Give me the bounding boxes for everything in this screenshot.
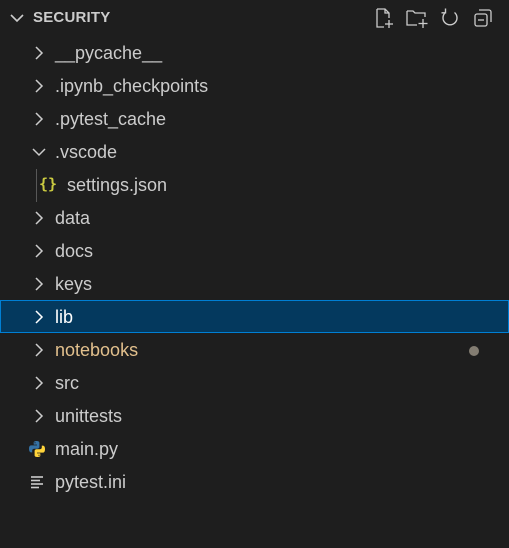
tree-folder-pycache[interactable]: __pycache__	[0, 36, 509, 69]
chevron-right-icon	[31, 45, 47, 61]
tree-folder-lib[interactable]: lib	[0, 300, 509, 333]
tree-file-pytest-ini[interactable]: pytest.ini	[0, 465, 509, 498]
tree-item-label: src	[55, 373, 79, 393]
chevron-right-icon	[31, 78, 47, 94]
tree-item-label: notebooks	[55, 340, 139, 360]
tree-item-label: .vscode	[55, 142, 118, 162]
collapse-all-icon[interactable]	[470, 6, 495, 30]
tree-file-settings-json[interactable]: {} settings.json	[0, 168, 509, 202]
modified-dot-icon	[469, 346, 479, 356]
chevron-right-icon	[31, 111, 47, 127]
tree-folder-data[interactable]: data	[0, 201, 509, 234]
chevron-right-icon	[31, 375, 47, 391]
chevron-right-icon	[31, 408, 47, 424]
explorer-panel: SECURITY __pycache__ .ipynb_checkpoints …	[0, 0, 509, 548]
tree-item-label: .pytest_cache	[55, 109, 167, 129]
tree-folder-vscode[interactable]: .vscode	[0, 135, 509, 168]
tree-folder-keys[interactable]: keys	[0, 267, 509, 300]
chevron-right-icon	[31, 276, 47, 292]
tree-item-label: settings.json	[67, 175, 168, 195]
tree-item-label: docs	[55, 241, 94, 261]
refresh-icon[interactable]	[437, 6, 462, 30]
python-icon	[28, 440, 46, 458]
tree-folder-src[interactable]: src	[0, 366, 509, 399]
tree-item-label: .ipynb_checkpoints	[55, 76, 209, 96]
workspace-title: SECURITY	[33, 9, 111, 26]
tree-folder-unittests[interactable]: unittests	[0, 399, 509, 432]
new-file-icon[interactable]	[371, 6, 396, 30]
chevron-right-icon	[31, 243, 47, 259]
indent-guide	[36, 169, 37, 202]
tree-item-label: __pycache__	[55, 43, 163, 63]
tree-item-label: data	[55, 208, 91, 228]
chevron-right-icon	[31, 309, 47, 325]
tree-item-label: unittests	[55, 406, 123, 426]
file-tree: __pycache__ .ipynb_checkpoints .pytest_c…	[0, 36, 509, 498]
tree-item-label: lib	[55, 307, 74, 327]
tree-item-label: pytest.ini	[55, 472, 127, 492]
json-braces-icon: {}	[39, 175, 58, 193]
chevron-right-icon	[31, 342, 47, 358]
chevron-down-icon[interactable]	[8, 9, 26, 27]
tree-item-label: main.py	[55, 439, 119, 459]
tree-folder-pytest-cache[interactable]: .pytest_cache	[0, 102, 509, 135]
explorer-actions	[371, 6, 495, 30]
tree-folder-notebooks[interactable]: notebooks	[0, 333, 509, 366]
settings-file-icon	[28, 473, 46, 491]
new-folder-icon[interactable]	[404, 6, 429, 30]
chevron-down-icon	[31, 144, 47, 160]
chevron-right-icon	[31, 210, 47, 226]
tree-file-main-py[interactable]: main.py	[0, 432, 509, 465]
tree-folder-docs[interactable]: docs	[0, 234, 509, 267]
explorer-header[interactable]: SECURITY	[0, 0, 509, 36]
tree-item-label: keys	[55, 274, 93, 294]
tree-folder-ipynb-checkpoints[interactable]: .ipynb_checkpoints	[0, 69, 509, 102]
